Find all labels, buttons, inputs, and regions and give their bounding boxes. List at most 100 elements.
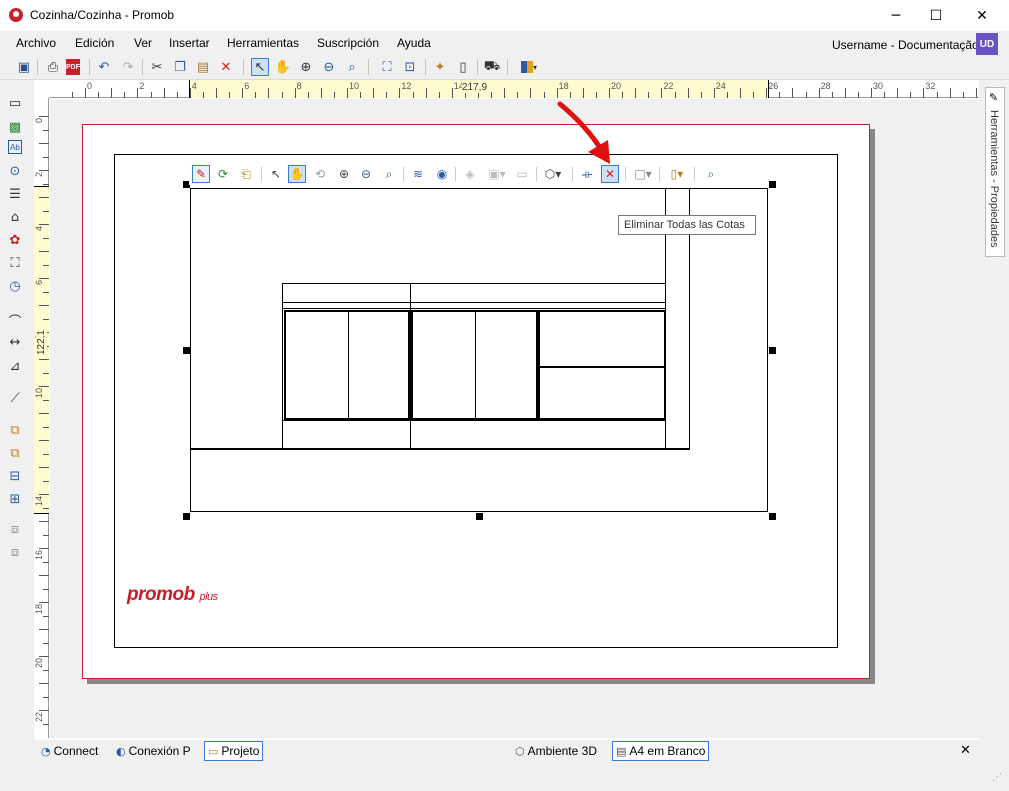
save-icon[interactable]: ▣: [15, 58, 33, 76]
visibility-icon[interactable]: ◉: [433, 165, 451, 183]
promob-app-icon[interactable]: [9, 8, 23, 22]
cabinet-door-middle[interactable]: [411, 310, 538, 420]
zoom-in-icon[interactable]: ⊕: [335, 165, 353, 183]
tab-ambiente-3d[interactable]: ⬡ Ambiente 3D: [512, 741, 600, 761]
tab-a4-em-branco[interactable]: ▤ A4 em Branco: [612, 741, 710, 761]
frame-icon[interactable]: ⛶: [6, 254, 24, 272]
tab-projeto[interactable]: ▭ Projeto: [204, 741, 264, 761]
export-icon[interactable]: ⎗: [237, 165, 255, 183]
delete-icon[interactable]: ✕: [217, 58, 235, 76]
redo-icon[interactable]: ↷: [119, 58, 137, 76]
ruler-tick: [39, 629, 49, 630]
maximize-button[interactable]: ☐: [913, 0, 959, 31]
ungroup-icon[interactable]: ⧈: [6, 543, 24, 561]
pan-icon[interactable]: ✋: [288, 165, 306, 183]
menu-edicion[interactable]: Edición: [75, 36, 114, 50]
selection-handle[interactable]: [769, 181, 776, 188]
selection-handle[interactable]: [183, 513, 190, 520]
pdf-icon[interactable]: PDF: [66, 59, 80, 75]
left-toolbar: ▭ ▩ Ab ⊙ ☰ ⌂ ✿ ⛶ ◷ ⌒ ↔ ⊿ ⟋ ⧉ ⧉ ⊟ ⊞ ⧈ ⧈: [0, 80, 34, 740]
align-icon[interactable]: ⊟: [6, 467, 24, 485]
paste-icon[interactable]: ▤: [194, 58, 212, 76]
fit-all-icon[interactable]: ⊡: [401, 58, 419, 76]
frame-icon[interactable]: ▭: [513, 165, 531, 183]
bring-front-icon[interactable]: ⧉: [6, 421, 24, 439]
symbol-icon[interactable]: ⌂: [6, 208, 24, 226]
ruler-tick: [43, 480, 49, 482]
ruler-label: 2: [34, 172, 44, 178]
send-back-icon[interactable]: ⧉: [6, 444, 24, 462]
dimension-linear-icon[interactable]: ↔: [6, 333, 24, 351]
group-icon[interactable]: ⧈: [6, 520, 24, 538]
dimension-vertical-icon[interactable]: ⊿: [6, 357, 24, 375]
menu-suscripcion[interactable]: Suscripción: [317, 36, 379, 50]
ruler-tick: [635, 88, 637, 98]
color-icon[interactable]: ▾: [515, 58, 543, 76]
cabinet-group[interactable]: [282, 283, 666, 449]
ruler-tick: [43, 264, 49, 266]
menu-ayuda[interactable]: Ayuda: [397, 36, 431, 50]
pin-icon[interactable]: ✎: [989, 91, 998, 104]
close-tab-icon[interactable]: ✕: [960, 743, 971, 758]
list-icon[interactable]: ☰: [6, 185, 24, 203]
copy-icon[interactable]: ❐: [171, 58, 189, 76]
orbit-icon[interactable]: ⟲: [311, 165, 329, 183]
render-icon[interactable]: ✦: [431, 58, 449, 76]
ruler-tick: [39, 170, 49, 171]
undo-icon[interactable]: ↶: [95, 58, 113, 76]
selection-handle[interactable]: [769, 513, 776, 520]
render-icon[interactable]: ◈: [461, 165, 479, 183]
ruler-label: 12: [401, 81, 412, 91]
fit-icon[interactable]: ⛶: [378, 58, 396, 76]
zoom-in-icon[interactable]: ⊕: [297, 58, 315, 76]
edit-view-icon[interactable]: ✎: [192, 165, 210, 183]
vertical-ruler-labels: 0246810121416182022: [34, 0, 49, 740]
door-icon[interactable]: ▯▾: [665, 165, 689, 183]
text-icon[interactable]: Ab: [8, 140, 22, 154]
clock-icon[interactable]: ◷: [6, 277, 24, 295]
new-page-icon[interactable]: ▯: [454, 58, 472, 76]
ruler-tick: [39, 197, 49, 198]
tools-properties-tab[interactable]: ✎ Herramientas - Propiedades: [985, 87, 1005, 257]
cabinet-door-left[interactable]: [284, 310, 410, 420]
block-icon[interactable]: ✿: [6, 231, 24, 249]
tab-conexion-p[interactable]: ◐ Conexión P: [113, 741, 194, 761]
user-avatar[interactable]: UD: [976, 33, 998, 55]
zoom-extents-icon[interactable]: ⌕: [702, 165, 720, 183]
distribute-icon[interactable]: ⊞: [6, 490, 24, 508]
status-bar: ⋰: [0, 762, 1009, 791]
layers-icon[interactable]: ≋: [409, 165, 427, 183]
zoom-window-icon[interactable]: ⌕: [343, 58, 361, 76]
menu-ver[interactable]: Ver: [134, 36, 152, 50]
ruler-tick: [43, 669, 49, 671]
selection-handle[interactable]: [769, 347, 776, 354]
resize-grip-icon[interactable]: ⋰: [992, 772, 1002, 783]
select-icon[interactable]: ↖: [251, 58, 269, 76]
zoom-out-icon[interactable]: ⊖: [320, 58, 338, 76]
fill-icon[interactable]: □▾: [631, 165, 655, 183]
menu-herramientas[interactable]: Herramientas: [227, 36, 299, 50]
cabinet-drawers[interactable]: [538, 310, 666, 420]
tab-connect[interactable]: ◔ Connect: [38, 741, 101, 761]
selection-handle[interactable]: [183, 347, 190, 354]
dimension-angle-icon[interactable]: ⌒: [6, 311, 24, 330]
ruler-tick: [137, 88, 139, 98]
measure-icon[interactable]: ⟋: [6, 389, 24, 407]
paint-icon[interactable]: ⛟: [483, 58, 501, 76]
cut-icon[interactable]: ✂: [148, 58, 166, 76]
menu-insertar[interactable]: Insertar: [169, 36, 210, 50]
view-icon[interactable]: ⊙: [6, 162, 24, 180]
pan-icon[interactable]: ✋: [274, 58, 292, 76]
image-icon[interactable]: ▩: [6, 118, 24, 136]
username-label[interactable]: Username - Documentação: [832, 38, 979, 52]
close-button[interactable]: ✕: [959, 0, 1005, 31]
select-icon[interactable]: ↖: [267, 165, 285, 183]
zoom-out-icon[interactable]: ⊖: [357, 165, 375, 183]
ruler-tick: [229, 92, 231, 98]
selection-handle[interactable]: [476, 513, 483, 520]
views-icon[interactable]: ▣▾: [485, 165, 509, 183]
refresh-icon[interactable]: ⟳: [214, 165, 232, 183]
ruler-tick: [150, 92, 152, 98]
elevation-view[interactable]: [190, 188, 768, 512]
zoom-window-icon[interactable]: ⌕: [380, 165, 398, 183]
